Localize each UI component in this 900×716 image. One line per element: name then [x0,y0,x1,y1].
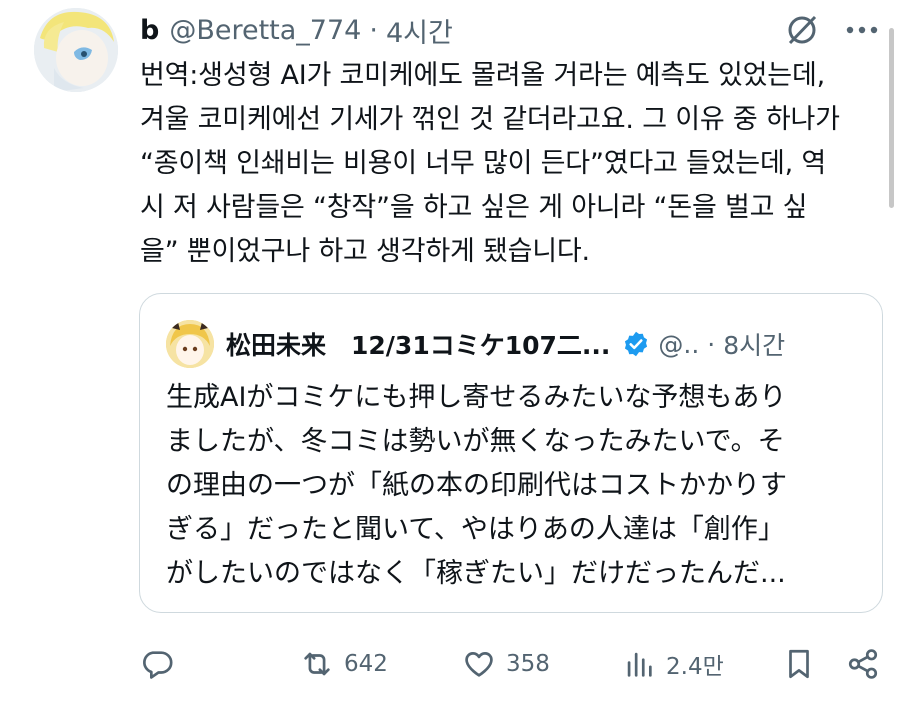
bookmark-icon [782,647,816,681]
quoted-text-line: がしたいのではなく「稼ぎたい」だけだったんだ... [166,558,786,589]
more-icon[interactable] [846,25,878,35]
tweet-text-line: 겨울 코미케에선 기세가 꺾인 것 같더라고요. 그 이유 중 하나가 [140,104,840,135]
tweet-top-actions [784,12,878,48]
verified-badge-icon [622,330,650,358]
quoted-author-handle[interactable]: @.. [658,330,699,359]
separator-dot: · [707,329,716,359]
reply-icon [140,647,174,681]
quoted-text-line: 生成AIがコミケにも押し寄せるみたいな予想もあり [166,382,787,413]
quoted-author-avatar[interactable] [166,320,214,368]
quoted-tweet-text: 生成AIがコミケにも押し寄せるみたいな予想もあり ましたが、冬コミは勢いが無くな… [166,376,866,596]
separator-dot: · [369,14,378,46]
share-icon [846,647,880,681]
grok-icon[interactable] [784,12,820,48]
retweet-icon [300,647,334,681]
bar-chart-icon [622,647,656,681]
quoted-tweet[interactable]: 松田未来 12/31コミケ107二... @.. · 8시간 生成AIがコミケに… [139,293,883,613]
like-count: 358 [506,651,550,677]
heart-icon [462,647,496,681]
author-handle[interactable]: @Beretta_774 [169,15,361,46]
quoted-tweet-header: 松田未来 12/31コミケ107二... @.. · 8시간 [166,320,785,368]
quoted-tweet-time[interactable]: 8시간 [723,326,785,362]
retweet-count: 642 [344,651,388,677]
views-count: 2.4만 [666,654,724,680]
quoted-text-line: の理由の一つが「紙の本の印刷代はコストかかりす [166,470,787,501]
tweet-text-line: “종이책 인쇄비는 비용이 너무 많이 든다”였다고 들었는데, 역 [140,148,826,179]
tweet-text-line: 을” 뿐이었구나 하고 생각하게 됐습니다. [140,236,590,267]
share-button[interactable] [846,640,880,688]
author-avatar[interactable] [34,8,118,92]
reply-button[interactable] [140,640,184,688]
quoted-author-name[interactable]: 松田未来 12/31コミケ107二... [226,326,610,362]
tweet-text-line: 시 저 사람들은 “창작”을 하고 싶은 게 아니라 “돈을 벌고 싶 [140,192,808,223]
tweet-time[interactable]: 4시간 [386,11,453,50]
tweet-header: b @Beretta_774 · 4시간 [140,11,453,50]
tweet-text: 번역:생성형 AI가 코미케에도 몰려올 거라는 예측도 있었는데, 겨울 코미… [140,54,880,274]
scrollbar[interactable] [889,28,894,208]
views-button[interactable]: 2.4만 [622,640,724,688]
bookmark-button[interactable] [782,640,816,688]
author-name[interactable]: b [140,15,159,46]
quoted-text-line: ぎる」だったと聞いて、やはりあの人達は「創作」 [166,514,785,545]
quoted-text-line: ましたが、冬コミは勢いが無くなったみたいで。そ [166,426,785,457]
like-button[interactable]: 358 [462,640,550,688]
tweet-text-line: 번역:생성형 AI가 코미케에도 몰려올 거라는 예측도 있었는데, [140,60,825,91]
retweet-button[interactable]: 642 [300,640,388,688]
tweet-action-bar: 642 358 2.4만 [140,640,885,688]
